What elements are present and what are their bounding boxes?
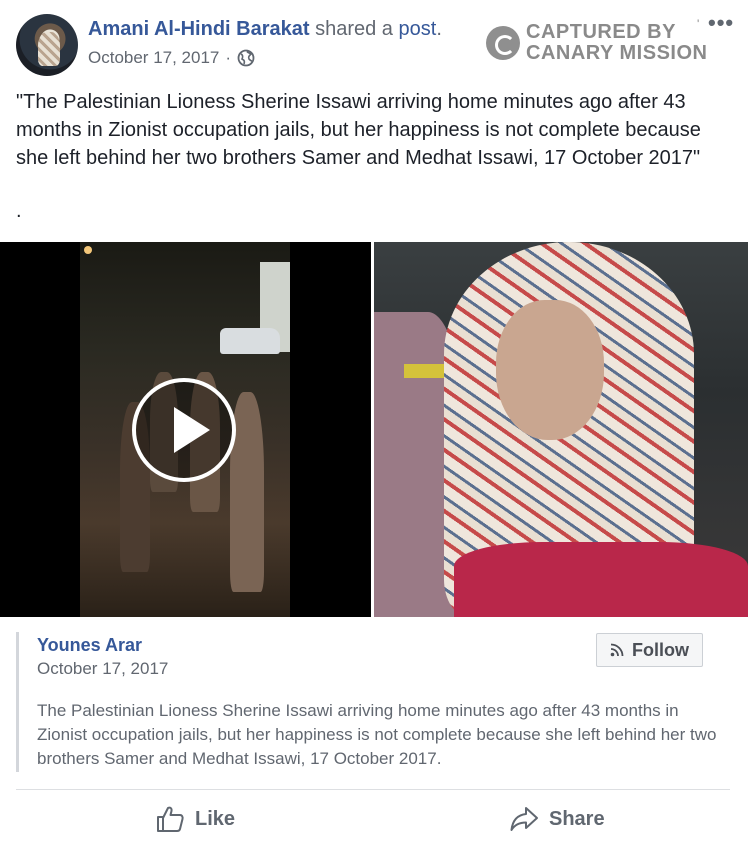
photo-image[interactable] — [374, 242, 748, 617]
shared-post-link[interactable]: post — [399, 18, 437, 40]
share-arrow-icon — [510, 807, 538, 831]
shared-suffix: . — [436, 18, 442, 40]
meta-separator: · — [225, 48, 232, 67]
follow-button[interactable]: Follow — [596, 633, 703, 667]
watermark-line-1: CAPTURED BY — [526, 21, 676, 43]
share-button[interactable]: Share — [509, 804, 605, 834]
like-label: Like — [195, 807, 236, 830]
shared-original-post: Younes Arar October 17, 2017 Follow The … — [16, 632, 732, 772]
original-post-text: The Palestinian Lioness Sherine Issawi a… — [37, 701, 717, 768]
author-name-link[interactable]: Amani Al-Hindi Barakat — [88, 18, 310, 40]
watermark-tick: ' — [697, 17, 700, 31]
original-author-link[interactable]: Younes Arar — [37, 635, 142, 656]
post-trailing-dot: . — [16, 200, 22, 222]
thumbs-up-icon — [157, 806, 184, 832]
more-options-icon[interactable]: ••• — [708, 10, 734, 36]
post-media — [0, 242, 748, 617]
share-label: Share — [549, 807, 605, 830]
post-header: Amani Al-Hindi Barakat shared a post. Oc… — [0, 0, 748, 82]
canary-mission-watermark: CAPTURED BY CANARY MISSION — [486, 22, 707, 64]
post-meta: October 17, 2017 · — [88, 48, 255, 68]
follow-label: Follow — [632, 639, 689, 660]
author-line: Amani Al-Hindi Barakat shared a post. — [88, 18, 442, 41]
actions-divider — [16, 789, 730, 790]
canary-logo-icon — [486, 26, 520, 60]
globe-icon — [237, 49, 255, 67]
post-date-link[interactable]: October 17, 2017 — [88, 48, 219, 68]
like-button[interactable]: Like — [155, 804, 235, 834]
original-date-link[interactable]: October 17, 2017 — [37, 659, 168, 679]
author-avatar[interactable] — [16, 14, 78, 76]
rss-icon — [610, 643, 624, 657]
play-icon[interactable] — [132, 378, 236, 482]
shared-text: shared a — [315, 18, 393, 40]
watermark-line-2: CANARY MISSION — [526, 42, 708, 64]
video-thumbnail[interactable] — [0, 242, 371, 617]
post-body-text: "The Palestinian Lioness Sherine Issawi … — [16, 91, 701, 169]
